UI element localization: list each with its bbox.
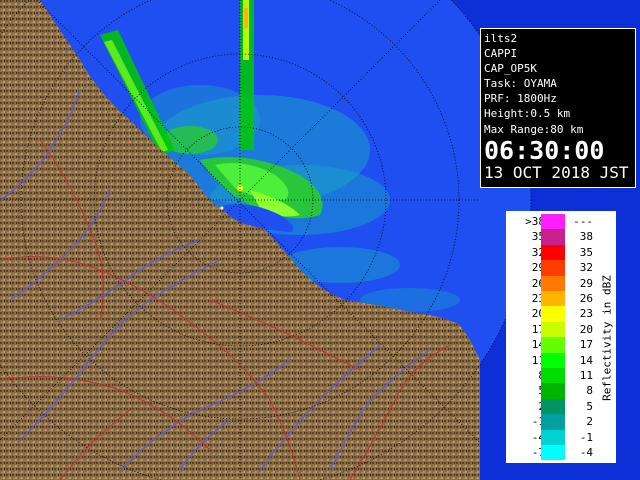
legend-row: 29 32	[507, 260, 617, 276]
task-name: Task: OYAMA	[484, 77, 557, 91]
legend-color-swatch	[541, 368, 565, 384]
legend-row: 25	[507, 398, 617, 415]
legend-color-swatch	[541, 429, 565, 445]
legend-upper-bound: 8	[586, 384, 593, 398]
legend-upper-bound: -1	[579, 430, 593, 444]
legend-upper-bound: 20	[579, 322, 593, 336]
legend-upper-bound: 14	[579, 353, 593, 367]
legend-upper-bound: 32	[579, 261, 593, 275]
product-name: CAP_OP5K	[484, 62, 537, 76]
radar-site-marker[interactable]	[220, 206, 224, 210]
legend-color-swatch	[541, 383, 565, 399]
legend-color-swatch	[541, 398, 565, 415]
legend-upper-bound: 11	[579, 369, 593, 382]
legend-row: -7 -4	[507, 445, 617, 461]
legend-upper-bound: -4	[579, 446, 593, 459]
radar-info-panel: ilts2 CAPPI CAP_OP5K Task: OYAMA PRF: 18…	[480, 28, 636, 188]
legend-title: Reflectivity in dBZ	[600, 275, 614, 401]
legend-row: 32 35	[507, 244, 617, 261]
legend-color-swatch	[541, 337, 565, 353]
legend-row: 35 38	[507, 229, 617, 245]
legend-color-swatch	[541, 275, 565, 291]
legend-color-swatch	[541, 244, 565, 261]
radar-id: ilts2	[484, 32, 518, 45]
legend-upper-bound: 5	[586, 399, 593, 413]
radar-display: ilts2 CAPPI CAP_OP5K Task: OYAMA PRF: 18…	[0, 0, 640, 480]
reflectivity-legend: >38 --- 35 38 32 35 29 32 26 29 23 26 20 23 17 20 14 17 11…	[506, 211, 616, 463]
legend-color-swatch	[541, 214, 565, 230]
legend-upper-bound: 23	[579, 307, 593, 321]
legend-color-swatch	[541, 352, 565, 368]
height-value: Height:0.5 km	[484, 107, 571, 121]
legend-color-swatch	[541, 229, 565, 245]
max-range-value: Max Range:80 km	[484, 122, 584, 136]
legend-color-swatch	[541, 321, 565, 338]
legend-row: -1 2	[507, 414, 617, 430]
legend-row: >38 ---	[507, 214, 617, 230]
legend-upper-bound: 35	[579, 245, 593, 259]
prf-value: PRF: 1800Hz	[484, 92, 557, 106]
legend-row: -4 -1	[507, 429, 617, 445]
legend-upper-bound: 38	[579, 230, 593, 244]
legend-upper-bound: 26	[579, 292, 593, 305]
legend-upper-bound: 17	[579, 338, 593, 352]
legend-color-swatch	[541, 445, 565, 461]
observation-date: 13 OCT 2018 JST	[484, 162, 629, 182]
legend-upper-bound: 29	[579, 276, 593, 290]
product-type: CAPPI	[484, 47, 518, 61]
observation-time: 06:30:00	[484, 135, 605, 165]
legend-color-swatch	[541, 414, 565, 430]
legend-color-swatch	[541, 306, 565, 322]
legend-upper-bound: ---	[573, 215, 593, 228]
legend-upper-bound: 2	[586, 415, 593, 429]
legend-color-swatch	[541, 260, 565, 276]
legend-color-swatch	[541, 291, 565, 307]
